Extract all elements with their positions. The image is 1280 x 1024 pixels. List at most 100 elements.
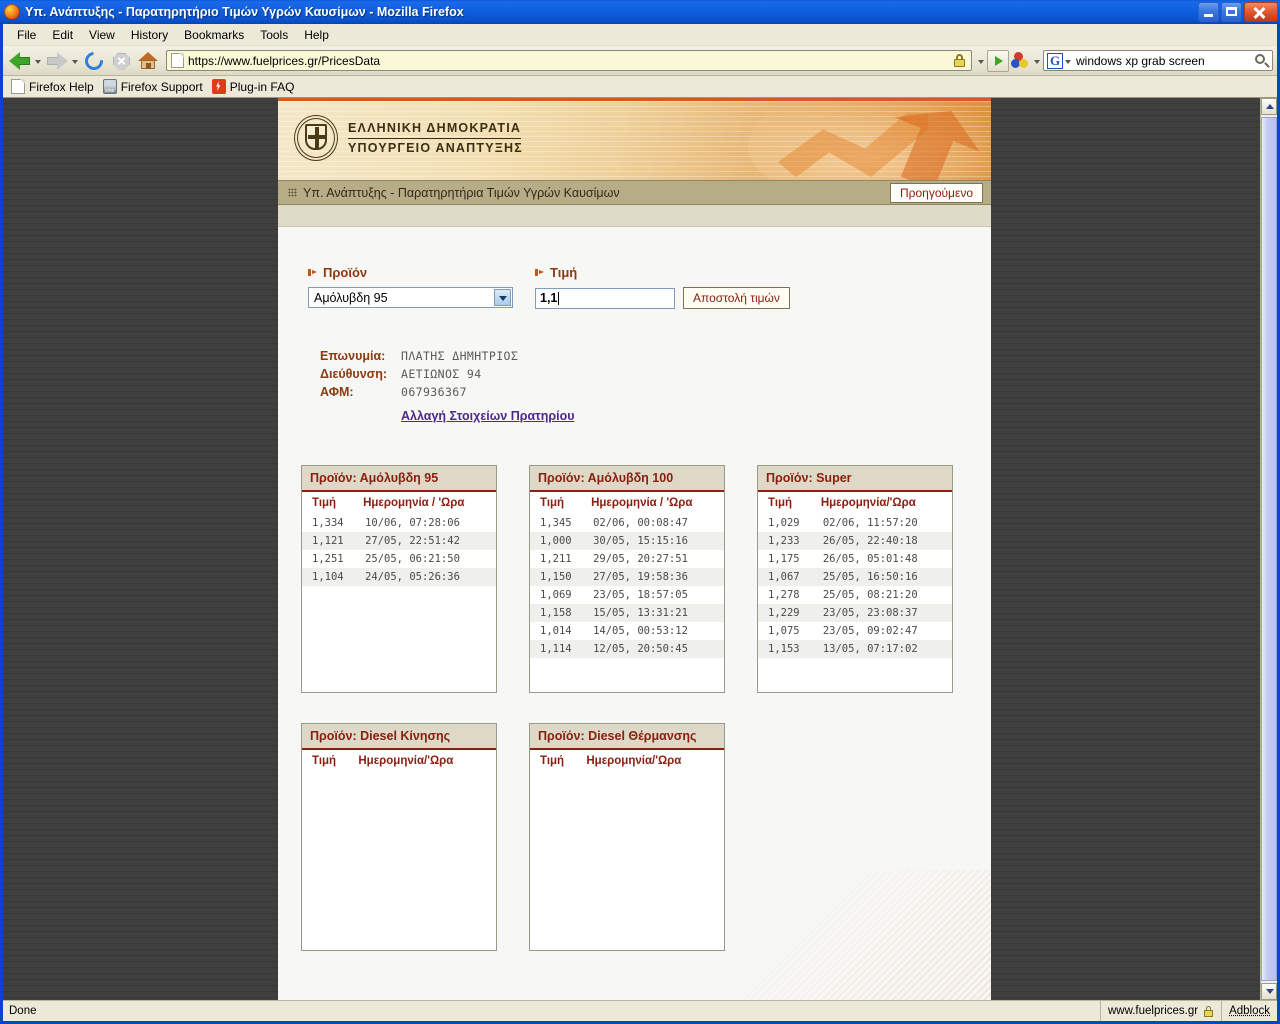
browser-viewport: ΕΛΛΗΝΙΚΗ ΔΗΜΟΚΡΑΤΙΑ ΥΠΟΥΡΓΕΙΟ ΑΝΑΠΤΥΞΗΣ …: [3, 98, 1277, 1000]
go-button[interactable]: [987, 49, 1009, 72]
url-text[interactable]: https://www.fuelprices.gr/PricesData: [188, 54, 952, 68]
station-vat-label: ΑΦΜ:: [320, 385, 354, 399]
table-row: 1,029 02/06, 11:57:20: [758, 514, 952, 532]
plugin-icon: [211, 79, 226, 94]
menu-item-tools[interactable]: Tools: [252, 26, 296, 44]
table-row: 1,278 25/05, 08:21:20: [758, 586, 952, 604]
restore-button[interactable]: [1221, 2, 1242, 22]
table-row: 1,229 23/05, 23:08:37: [758, 604, 952, 622]
forward-button[interactable]: [44, 48, 70, 74]
url-bar[interactable]: https://www.fuelprices.gr/PricesData: [166, 50, 972, 71]
breadcrumb-bar: Υπ. Ανάπτυξης - Παρατηρητήρια Τιμών Υγρώ…: [278, 180, 991, 205]
scroll-down-button[interactable]: [1261, 983, 1277, 1000]
home-button[interactable]: [135, 48, 161, 74]
price-entry-form: Προϊόν Αμόλυβδη 95 Τιμή 1,1 Αποστολή τιμ…: [278, 265, 991, 309]
column-datetime: Ημερομηνία/'Ωρα: [354, 750, 496, 772]
cell-datetime: 12/05, 20:50:45: [587, 640, 724, 658]
cell-price: 1,114: [530, 640, 588, 658]
bookmark-firefox-help[interactable]: Firefox Help: [9, 78, 99, 95]
close-button[interactable]: [1244, 2, 1278, 22]
table-row: 1,233 26/05, 22:40:18: [758, 532, 952, 550]
price-input[interactable]: 1,1: [535, 287, 675, 309]
forward-history-dropdown-icon[interactable]: [71, 48, 80, 74]
product-label: Προϊόν: [323, 265, 368, 280]
cell-price: 1,251: [312, 553, 344, 565]
page-backdrop: ΕΛΛΗΝΙΚΗ ΔΗΜΟΚΡΑΤΙΑ ΥΠΟΥΡΓΕΙΟ ΑΝΑΠΤΥΞΗΣ …: [3, 98, 1260, 1000]
cell-datetime: 23/05, 09:02:47: [822, 625, 918, 637]
bookmark-label: Firefox Help: [29, 79, 94, 94]
cell-datetime: 25/05, 06:21:50: [365, 553, 460, 565]
menu-item-edit[interactable]: Edit: [44, 26, 81, 44]
price-table: Τιμή Ημερομηνία / 'Ωρα 1,345 02/06, 00:08…: [530, 492, 724, 658]
back-history-dropdown-icon[interactable]: [34, 48, 43, 74]
vertical-scrollbar[interactable]: [1260, 98, 1277, 1000]
table-row: 1,069 23/05, 18:57:05: [530, 586, 724, 604]
edit-station-link[interactable]: Αλλαγή Στοιχείων Πρατηρίου: [401, 409, 575, 423]
price-input-value: 1,1: [540, 291, 558, 305]
grid-dots-icon: [288, 188, 297, 197]
cell-datetime: 02/06, 11:57:20: [822, 517, 918, 529]
ministry-logo: ΕΛΛΗΝΙΚΗ ΔΗΜΟΚΡΑΤΙΑ ΥΠΟΥΡΓΕΙΟ ΑΝΑΠΤΥΞΗΣ: [294, 115, 523, 161]
search-box[interactable]: G windows xp grab screen: [1043, 50, 1273, 71]
station-name-value: ΠΛΑΤΗΣ ΔΗΜΗΤΡΙΟΣ: [401, 349, 519, 363]
price-table: Τιμή Ημερομηνία/'Ωρα: [302, 750, 496, 772]
google-search-engine-icon[interactable]: G: [1047, 52, 1063, 69]
cell-datetime: 25/05, 16:50:16: [816, 568, 952, 586]
adblock-status-panel[interactable]: Adblock: [1221, 1001, 1277, 1021]
cell-price: 1,069: [540, 589, 572, 601]
lock-icon: [952, 52, 967, 69]
reload-button[interactable]: [81, 47, 107, 74]
table-row: 1,345 02/06, 00:08:47: [530, 514, 724, 532]
cell-price: 1,345: [540, 517, 572, 529]
bookmark-plugin-faq[interactable]: Plug-in FAQ: [210, 78, 300, 95]
back-button[interactable]: [7, 48, 33, 74]
column-datetime: Ημερομηνία / 'Ωρα: [587, 492, 724, 514]
cell-datetime: 13/05, 07:17:02: [816, 640, 952, 658]
navigation-toolbar: https://www.fuelprices.gr/PricesData G w…: [3, 46, 1277, 76]
search-engine-dropdown-icon[interactable]: [1064, 48, 1073, 74]
column-datetime: Ημερομηνία/'Ωρα: [582, 750, 724, 772]
scrollbar-track[interactable]: [1261, 115, 1277, 983]
adblock-icon[interactable]: [1010, 50, 1032, 72]
cell-price: 1,229: [758, 604, 817, 622]
table-empty-space: [530, 772, 724, 950]
scroll-up-button[interactable]: [1261, 98, 1277, 115]
cell-datetime: 10/06, 07:28:06: [365, 517, 460, 529]
cell-price: 1,014: [540, 625, 572, 637]
document-icon: [11, 79, 25, 94]
scrollbar-thumb[interactable]: [1261, 117, 1277, 981]
menu-item-view[interactable]: View: [81, 26, 123, 44]
bookmark-firefox-support[interactable]: Firefox Support: [101, 78, 208, 95]
url-dropdown-icon[interactable]: [977, 48, 986, 74]
product-select-wrapper[interactable]: Αμόλυβδη 95: [308, 287, 513, 308]
page-icon: [171, 53, 184, 68]
table-header-row: Τιμή Ημερομηνία / 'Ωρα: [530, 492, 724, 514]
cell-price: 1,121: [302, 532, 360, 550]
previous-button[interactable]: Προηγούμενο: [889, 182, 983, 203]
price-input-row: 1,1 Αποστολή τιμών: [535, 287, 790, 309]
menu-item-history[interactable]: History: [123, 26, 176, 44]
menu-bar: File Edit View History Bookmarks Tools H…: [3, 24, 1277, 46]
site-identity-panel[interactable]: www.fuelprices.gr: [1099, 1001, 1221, 1021]
cell-price: 1,175: [768, 553, 800, 565]
minimize-button[interactable]: [1198, 2, 1219, 22]
station-edit-row: Αλλαγή Στοιχείων Πρατηρίου: [320, 401, 575, 425]
table-empty-space: [530, 658, 724, 692]
content-top-band: [278, 205, 991, 227]
search-input[interactable]: windows xp grab screen: [1073, 54, 1251, 68]
cell-price: 1,158: [530, 604, 588, 622]
cell-datetime: 27/05, 22:51:42: [359, 532, 496, 550]
product-select[interactable]: Αμόλυβδη 95: [308, 287, 513, 308]
adblock-dropdown-icon[interactable]: [1033, 48, 1042, 74]
stop-button[interactable]: [108, 48, 134, 74]
cell-datetime: 27/05, 19:58:36: [587, 568, 724, 586]
search-icon[interactable]: [1251, 51, 1271, 71]
submit-prices-button[interactable]: Αποστολή τιμών: [683, 287, 790, 309]
table-title: Προϊόν: Super: [758, 466, 952, 492]
price-table: Τιμή Ημερομηνία/'Ωρα 1,029 02/06, 11:57:2…: [758, 492, 952, 658]
menu-item-file[interactable]: File: [9, 26, 44, 44]
menu-item-bookmarks[interactable]: Bookmarks: [176, 26, 252, 44]
price-label: Τιμή: [550, 265, 578, 280]
menu-item-help[interactable]: Help: [296, 26, 337, 44]
cell-datetime: 30/05, 15:15:16: [587, 532, 724, 550]
